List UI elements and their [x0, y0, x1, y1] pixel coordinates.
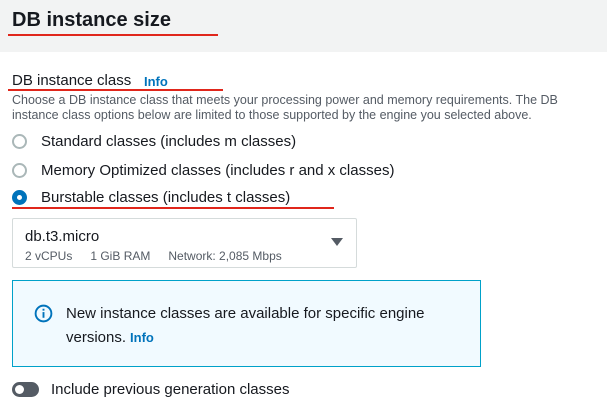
instance-class-description: Choose a DB instance class that meets yo… [12, 93, 558, 122]
annotation-underline-burstable [12, 207, 334, 209]
radio-button-memory-optimized[interactable] [12, 163, 27, 178]
alert-text: New instance classes are available for s… [66, 305, 425, 346]
vcpu-count: 2 vCPUs [25, 249, 73, 263]
instance-class-label: DB instance class [12, 72, 132, 89]
toggle-label: Include previous generation classes [51, 381, 290, 398]
ram-size: 1 GiB RAM [90, 249, 151, 263]
alert-message: New instance classes are available for s… [66, 302, 466, 350]
radio-memory-optimized-classes[interactable]: Memory Optimized classes (includes r and… [12, 162, 394, 179]
instance-class-info-link[interactable]: Info [144, 74, 168, 89]
radio-button-standard[interactable] [12, 134, 27, 149]
network-speed: Network: 2,085 Mbps [168, 249, 282, 263]
radio-label-standard: Standard classes (includes m classes) [41, 133, 297, 150]
radio-label-memory-optimized: Memory Optimized classes (includes r and… [41, 162, 395, 179]
select-value: db.t3.micro [25, 228, 100, 245]
select-meta: 2 vCPUs 1 GiB RAM Network: 2,085 Mbps [25, 249, 282, 263]
toggle-knob [15, 385, 24, 394]
annotation-underline-label [8, 89, 223, 91]
section-title: DB instance size [12, 9, 171, 31]
radio-button-burstable[interactable] [12, 190, 27, 205]
radio-standard-classes[interactable]: Standard classes (includes m classes) [12, 133, 296, 150]
caret-down-icon[interactable] [331, 238, 343, 246]
info-circle-icon [34, 304, 53, 323]
radio-burstable-classes[interactable]: Burstable classes (includes t classes) [12, 189, 290, 206]
annotation-underline-title [8, 34, 218, 36]
alert-info-link[interactable]: Info [130, 330, 154, 345]
section-header: DB instance size [0, 0, 607, 52]
radio-label-burstable: Burstable classes (includes t classes) [41, 189, 291, 206]
toggle-switch[interactable] [12, 382, 39, 397]
previous-generation-toggle-row[interactable]: Include previous generation classes [12, 381, 289, 398]
instance-class-select[interactable]: db.t3.micro 2 vCPUs 1 GiB RAM Network: 2… [12, 218, 357, 268]
info-alert: New instance classes are available for s… [12, 280, 481, 367]
